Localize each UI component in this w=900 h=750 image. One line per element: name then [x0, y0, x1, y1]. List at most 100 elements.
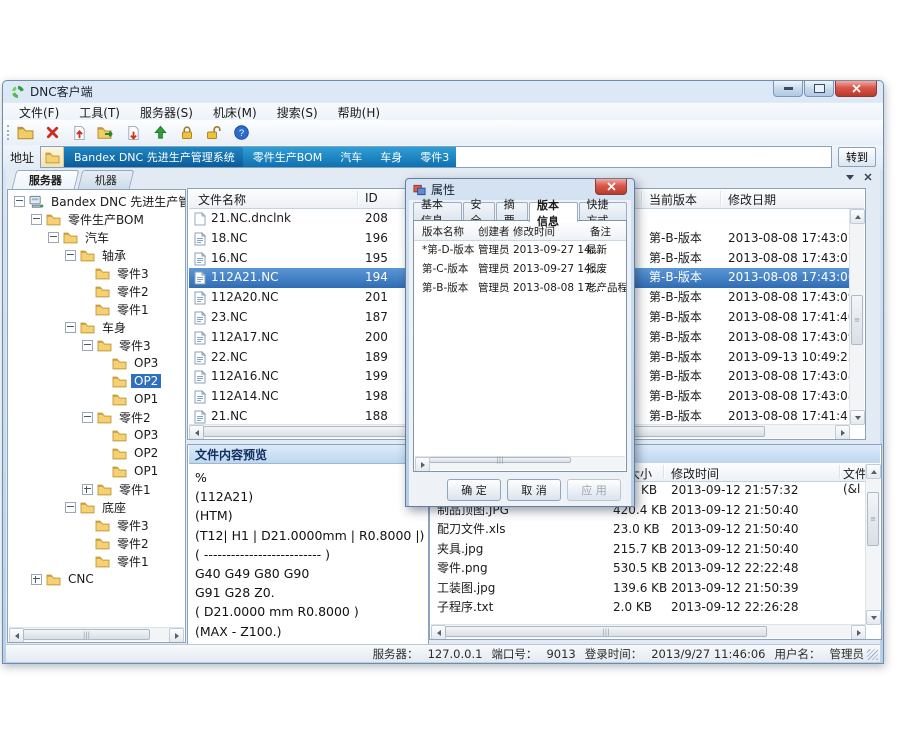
tree-item[interactable]: 汽车: [8, 228, 185, 246]
dialog-tab[interactable]: 摘要: [496, 202, 528, 221]
unlock-button[interactable]: [204, 123, 224, 143]
column-creator[interactable]: 创建者: [478, 224, 510, 239]
scroll-down-icon[interactable]: [866, 610, 881, 625]
address-box[interactable]: Bandex DNC 先进生产管理系统零件生产BOM汽车车身零件3OP2: [40, 146, 832, 168]
close-button[interactable]: [835, 81, 877, 97]
version-row[interactable]: 第-B-版本管理员2013-08-08 17:...老产品程序: [414, 279, 626, 298]
scroll-left-icon[interactable]: [189, 425, 204, 440]
column-version-name[interactable]: 版本名称: [422, 224, 464, 239]
tree-item[interactable]: OP2: [8, 444, 185, 462]
column-modified-date[interactable]: 修改日期: [728, 191, 776, 208]
scroll-right-icon[interactable]: [851, 625, 866, 640]
chevron-down-icon[interactable]: [846, 175, 854, 180]
attachment-row[interactable]: 配刀文件.xls23.0 KB2013-09-12 21:50:40: [431, 520, 866, 540]
breadcrumb-segment[interactable]: 零件生产BOM: [243, 147, 339, 167]
scroll-down-icon[interactable]: [850, 410, 865, 425]
close-pane-icon[interactable]: [864, 173, 872, 181]
scrollbar-thumb[interactable]: |||: [445, 626, 767, 637]
tree-item[interactable]: 车身: [8, 318, 185, 336]
tree-item[interactable]: 零件生产BOM: [8, 210, 185, 228]
dialog-tab[interactable]: 安全: [463, 202, 495, 221]
tree-item[interactable]: 零件1: [8, 552, 185, 570]
tree-item[interactable]: OP3: [8, 426, 185, 444]
tree-item[interactable]: 零件3: [8, 516, 185, 534]
tree-item[interactable]: 零件1: [8, 480, 185, 498]
scrollbar-thumb[interactable]: |||: [23, 629, 150, 640]
menu-item[interactable]: 搜索(S): [267, 103, 328, 122]
cancel-button[interactable]: 取 消: [507, 479, 561, 501]
export-folder-button[interactable]: [96, 123, 116, 143]
tree-item[interactable]: CNC: [8, 570, 185, 588]
dialog-close-button[interactable]: [595, 179, 627, 195]
minimize-button[interactable]: [773, 81, 803, 97]
help-button[interactable]: ?: [231, 123, 251, 143]
tree-collapse-icon[interactable]: [14, 196, 25, 207]
tree-collapse-icon[interactable]: [31, 214, 42, 225]
scroll-right-icon[interactable]: [169, 628, 184, 643]
tree-item[interactable]: Bandex DNC 先进生产管理系统: [8, 192, 185, 210]
column-divider[interactable]: [641, 191, 643, 206]
column-modified-time[interactable]: 修改时间: [671, 465, 719, 482]
ok-button[interactable]: 确 定: [447, 479, 501, 501]
toolbar-grip[interactable]: [7, 125, 9, 140]
tree-horizontal-scrollbar[interactable]: |||: [9, 627, 184, 641]
menu-item[interactable]: 服务器(S): [130, 103, 203, 122]
maximize-button[interactable]: [804, 81, 834, 97]
dialog-tab[interactable]: 基本信息: [413, 202, 462, 221]
lock-button[interactable]: [177, 123, 197, 143]
scrollbar-thumb[interactable]: ≡: [851, 295, 863, 345]
tree-item[interactable]: OP2: [8, 372, 185, 390]
attachment-row[interactable]: 夹具.jpg215.7 KB2013-09-12 21:50:40: [431, 540, 866, 560]
column-divider[interactable]: [720, 191, 722, 206]
column-file-name[interactable]: 文件名称: [198, 191, 246, 208]
tree-item[interactable]: OP3: [8, 354, 185, 372]
resize-grip-icon[interactable]: [867, 649, 878, 660]
tree-item[interactable]: 零件2: [8, 534, 185, 552]
column-id[interactable]: ID: [365, 191, 378, 205]
view-tab-machine[interactable]: 机器: [78, 170, 135, 189]
tree-item[interactable]: 零件1: [8, 300, 185, 318]
attachments-horizontal-scrollbar[interactable]: |||: [431, 624, 866, 638]
tree-item[interactable]: 零件2: [8, 282, 185, 300]
version-row[interactable]: *第-D-版本管理员2013-09-27 14:...最新: [414, 241, 626, 260]
scrollbar-thumb[interactable]: ≡: [867, 492, 879, 546]
tree-item[interactable]: 零件3: [8, 336, 185, 354]
scroll-left-icon[interactable]: [431, 625, 446, 640]
upload-button[interactable]: [150, 123, 170, 143]
dialog-tab[interactable]: 版本信息: [529, 202, 578, 222]
breadcrumb-segment[interactable]: 零件3: [410, 147, 456, 167]
tree-collapse-icon[interactable]: [65, 322, 76, 333]
file-vertical-scrollbar[interactable]: ≡: [849, 209, 864, 425]
attachment-row[interactable]: 零件.png530.5 KB2013-09-12 22:22:48: [431, 559, 866, 579]
scroll-up-icon[interactable]: [850, 209, 865, 224]
attachment-row[interactable]: 工装图.jpg139.6 KB2013-09-12 21:50:39: [431, 579, 866, 599]
version-list-header[interactable]: 版本名称 创建者 修改时间 备注: [414, 223, 626, 241]
scroll-right-icon[interactable]: [415, 457, 430, 472]
address-empty-area[interactable]: [456, 147, 831, 167]
tree-collapse-icon[interactable]: [82, 340, 93, 351]
menu-item[interactable]: 文件(F): [9, 103, 69, 122]
checkout-file-button[interactable]: [123, 123, 143, 143]
tree-item[interactable]: 零件2: [8, 408, 185, 426]
scrollbar-thumb[interactable]: |||: [429, 457, 571, 463]
tree-expand-icon[interactable]: [82, 484, 93, 495]
dialog-horizontal-scrollbar[interactable]: |||: [415, 456, 625, 470]
column-divider[interactable]: [663, 465, 665, 479]
title-bar[interactable]: DNC客户端: [3, 81, 883, 102]
tree-collapse-icon[interactable]: [65, 502, 76, 513]
scroll-right-icon[interactable]: [835, 425, 850, 440]
tree-item[interactable]: OP1: [8, 462, 185, 480]
attachments-vertical-scrollbar[interactable]: ≡: [865, 464, 880, 625]
breadcrumb-segment[interactable]: Bandex DNC 先进生产管理系统: [64, 147, 251, 167]
tree-item[interactable]: 轴承: [8, 246, 185, 264]
attachment-row[interactable]: 子程序.txt2.0 KB2013-09-12 22:26:28: [431, 598, 866, 618]
column-current-version[interactable]: 当前版本: [649, 191, 697, 208]
tree-expand-icon[interactable]: [31, 574, 42, 585]
delete-button[interactable]: [42, 123, 62, 143]
menu-item[interactable]: 工具(T): [69, 103, 130, 122]
dialog-tab[interactable]: 快捷方式: [579, 202, 628, 221]
column-divider[interactable]: [839, 465, 841, 479]
tree-item[interactable]: 零件3: [8, 264, 185, 282]
scroll-left-icon[interactable]: [9, 628, 24, 643]
tree-collapse-icon[interactable]: [48, 232, 59, 243]
